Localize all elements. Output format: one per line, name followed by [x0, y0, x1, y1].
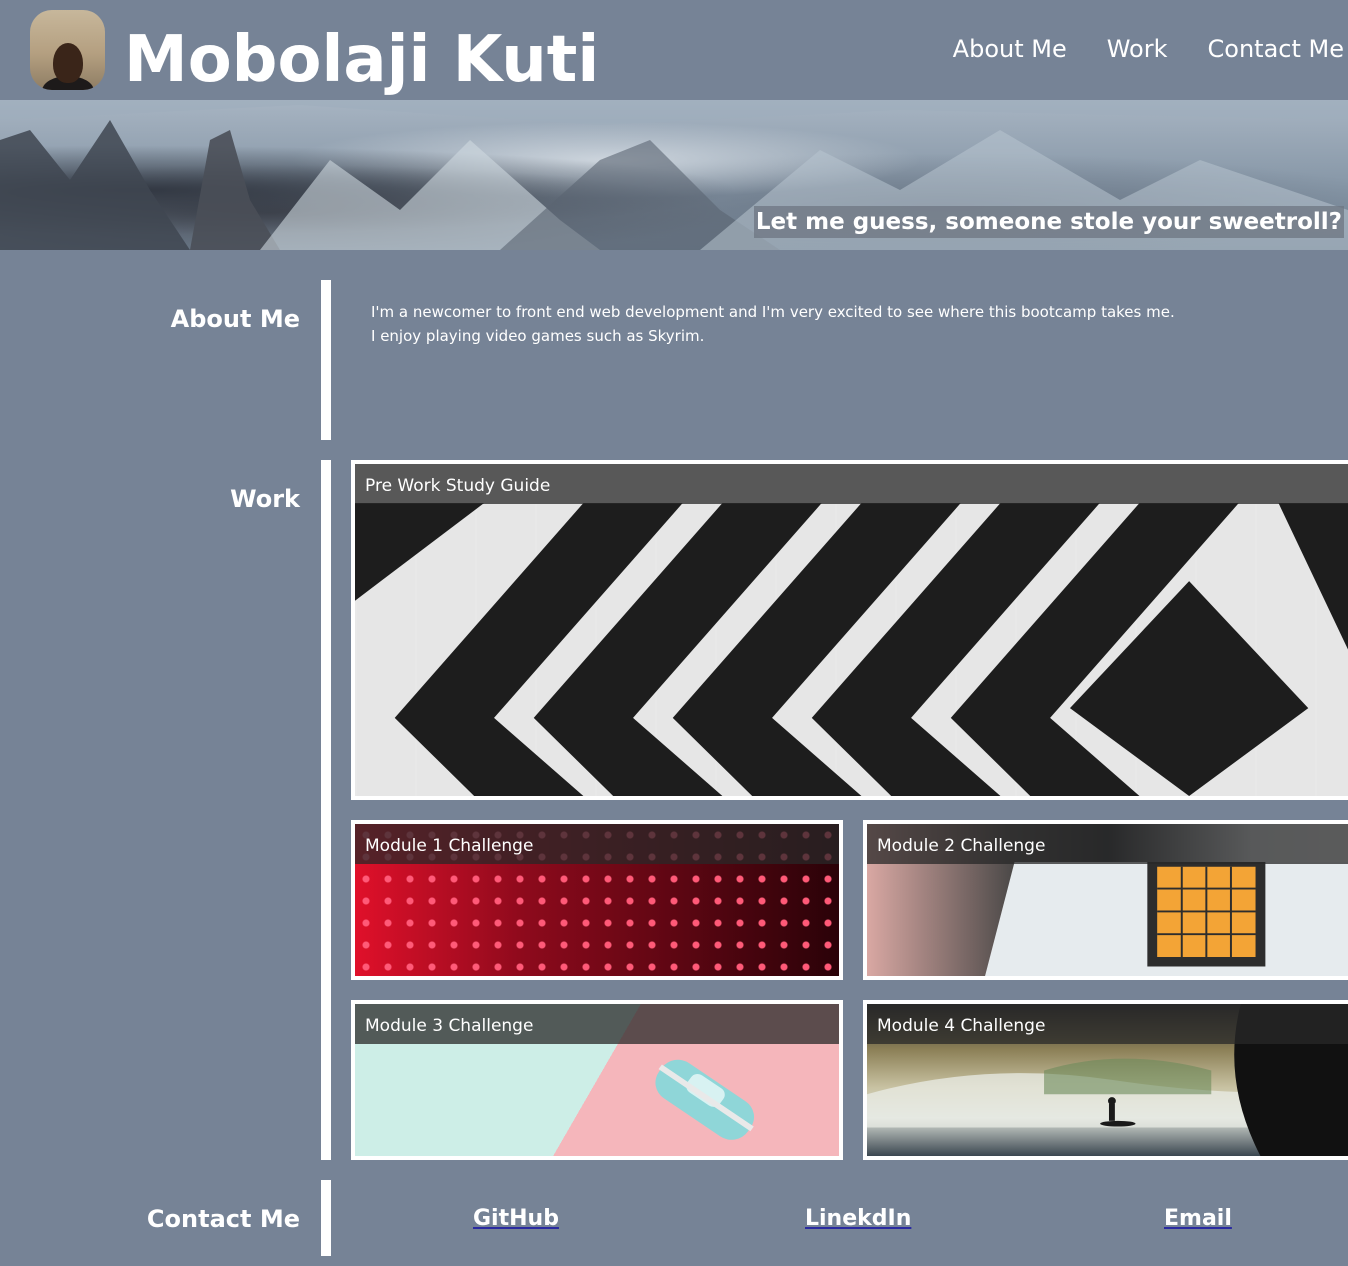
hero-banner: Let me guess, someone stole your sweetro…	[0, 100, 1348, 250]
about-line: I enjoy playing video games such as Skyr…	[371, 327, 705, 345]
site-header: Mobolaji Kuti About Me Work Contact Me	[0, 0, 1348, 100]
work-card-title: Module 1 Challenge	[355, 824, 839, 864]
avatar-face	[53, 43, 83, 83]
work-card-title: Module 4 Challenge	[867, 1004, 1348, 1044]
about-me-heading: About Me	[170, 305, 300, 333]
contact-divider	[321, 1180, 331, 1256]
work-card-module-2[interactable]: Module 2 Challenge	[863, 820, 1348, 980]
avatar	[30, 10, 105, 90]
work-card-title: Pre Work Study Guide	[355, 464, 1348, 504]
nav-work[interactable]: Work	[1107, 34, 1168, 64]
nav-contact-me[interactable]: Contact Me	[1208, 34, 1344, 64]
work-card-module-1[interactable]: Module 1 Challenge	[351, 820, 843, 980]
linkedin-link[interactable]: LinekdIn	[805, 1204, 911, 1234]
contact-me-heading: Contact Me	[146, 1205, 300, 1233]
chevron-pattern-image	[355, 503, 1348, 796]
work-card-title: Module 2 Challenge	[867, 824, 1348, 864]
github-link[interactable]: GitHub	[473, 1204, 559, 1234]
nav-about-me[interactable]: About Me	[953, 34, 1067, 64]
portfolio-page: Mobolaji Kuti About Me Work Contact Me L…	[0, 0, 1348, 1266]
main-nav: About Me Work Contact Me	[953, 34, 1344, 64]
about-line: I'm a newcomer to front end web developm…	[371, 303, 1175, 321]
hero-tagline: Let me guess, someone stole your sweetro…	[753, 206, 1344, 238]
about-me-text: I'm a newcomer to front end web developm…	[371, 300, 1271, 348]
work-heading: Work	[230, 485, 300, 513]
work-card-title: Module 3 Challenge	[355, 1004, 839, 1044]
site-title: Mobolaji Kuti	[124, 23, 600, 97]
about-divider	[321, 280, 331, 440]
work-card-module-3[interactable]: Module 3 Challenge	[351, 1000, 843, 1160]
work-card-module-4[interactable]: Module 4 Challenge	[863, 1000, 1348, 1160]
email-link[interactable]: Email	[1164, 1204, 1232, 1234]
work-card-pre-work[interactable]: Pre Work Study Guide	[351, 460, 1348, 800]
work-divider	[321, 460, 331, 1160]
